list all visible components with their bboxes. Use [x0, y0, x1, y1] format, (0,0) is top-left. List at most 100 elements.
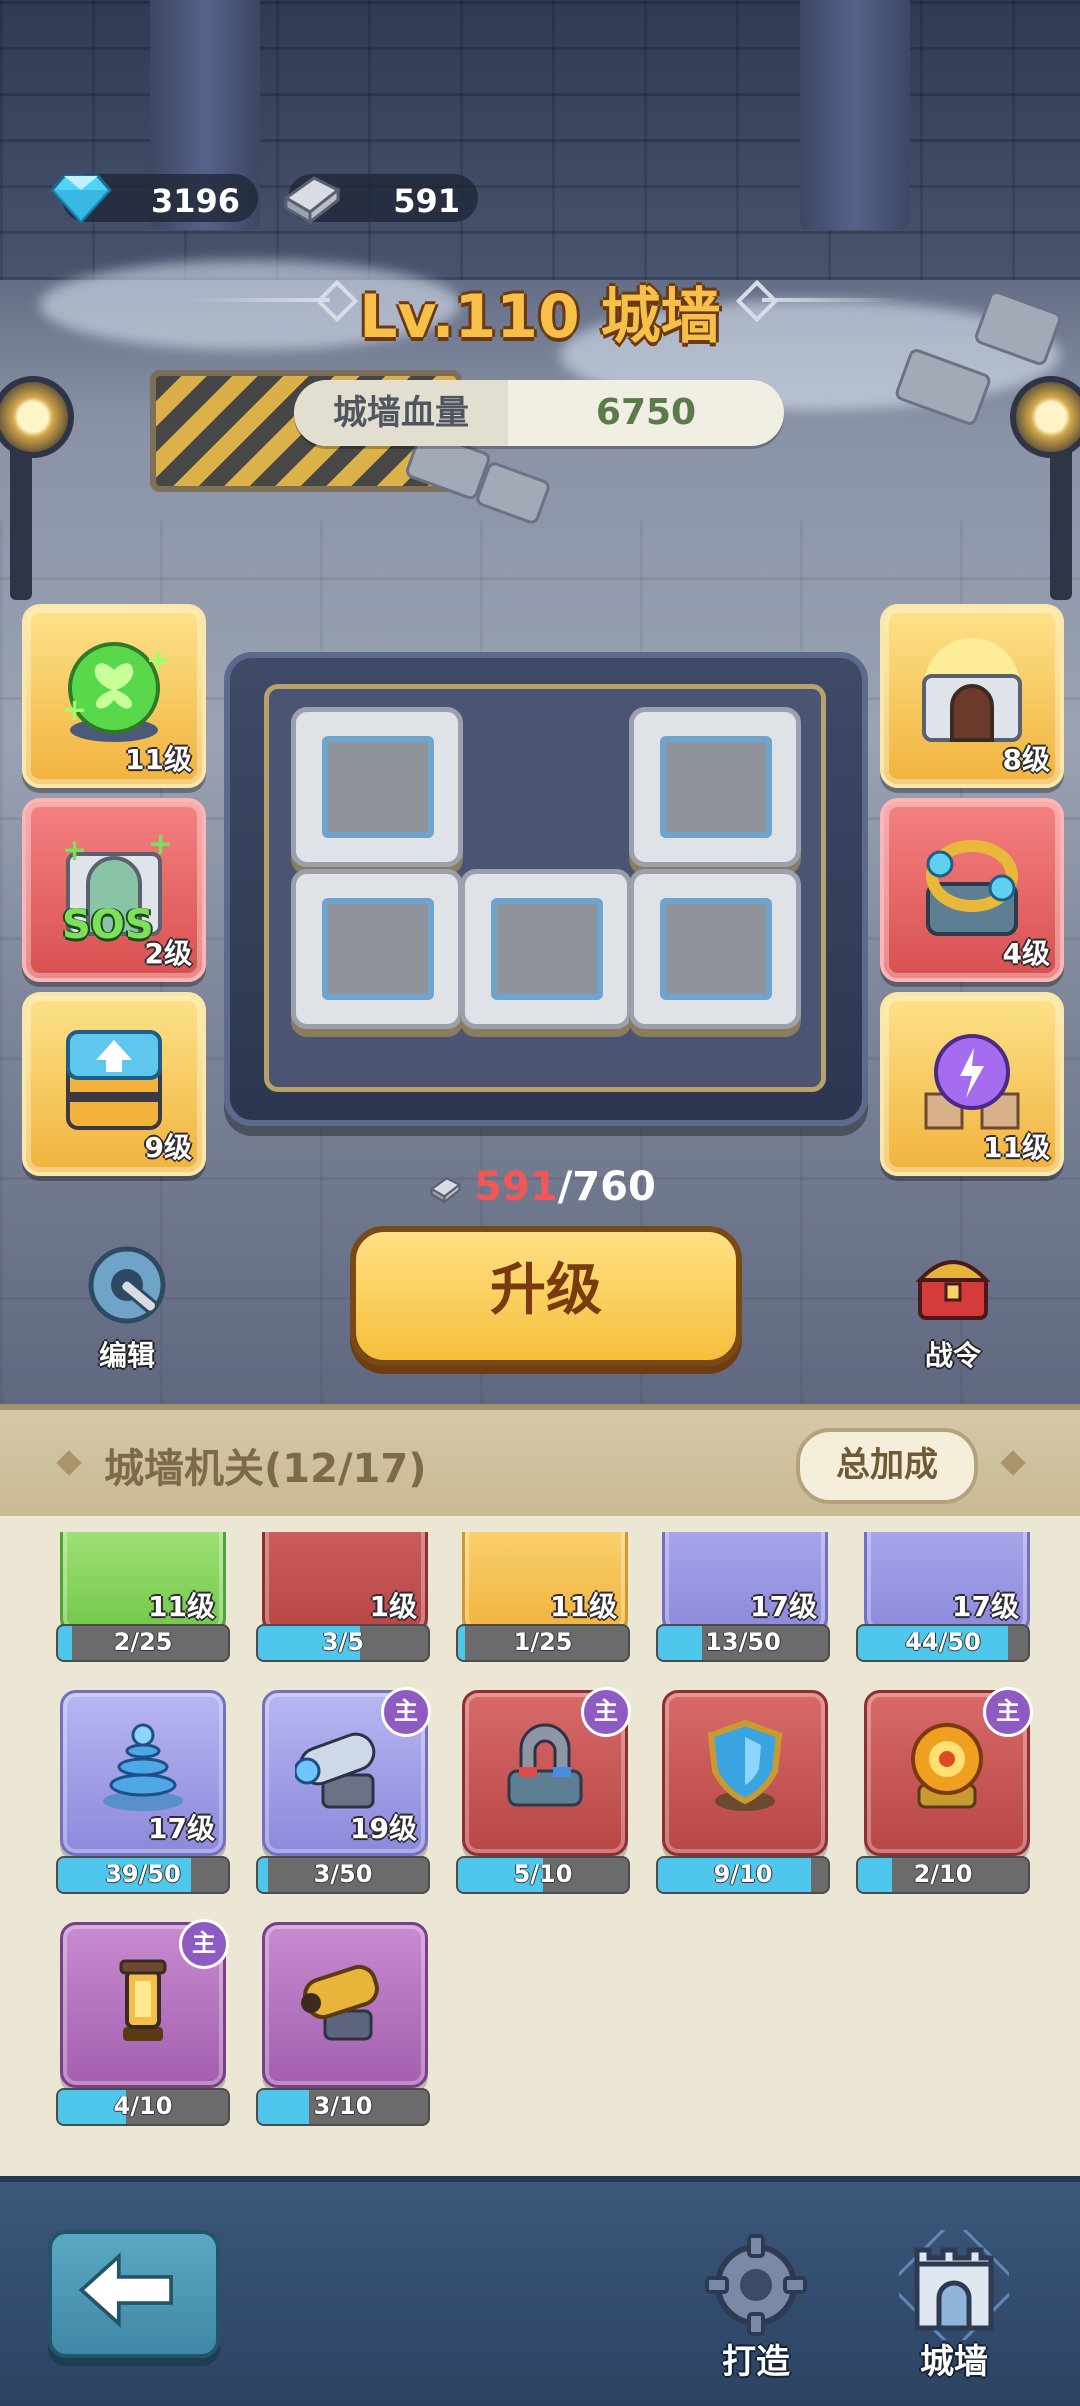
progress-text: 4/10 [113, 2092, 173, 2120]
progress-text: 2/25 [113, 1628, 173, 1656]
wall-slot-grid-inner [264, 684, 826, 1092]
progress-text: 3/10 [313, 2092, 373, 2120]
tile-level: 11级 [550, 1590, 617, 1623]
mechanism-tile[interactable] [662, 1690, 828, 1856]
mechanism-progress: 9/10 [656, 1856, 830, 1894]
card-level: 4级 [1002, 937, 1050, 970]
right-card-golden-gate[interactable]: 8级 [880, 604, 1064, 788]
gear-icon [705, 2234, 807, 2336]
wall-slot[interactable] [629, 869, 801, 1029]
mechanism-progress: 3/10 [256, 2088, 430, 2126]
mechanism-tile[interactable]: 11级 [462, 1532, 628, 1632]
cost-have: 591 [474, 1164, 558, 1210]
mechanism-progress: 3/5 [256, 1624, 430, 1662]
mechanism-tile[interactable]: 17级 [662, 1532, 828, 1632]
mechanism-tile[interactable] [262, 1922, 428, 2088]
back-button[interactable] [48, 2230, 220, 2358]
nav-forge-label: 打造 [722, 2342, 790, 2382]
upgrade-cost: 591/760 [0, 1164, 1080, 1210]
tile-level: 17级 [750, 1590, 817, 1623]
left-card-butterfly[interactable]: + + 11级 [22, 604, 206, 788]
arrow-left-icon [78, 2252, 173, 2328]
right-card-crystal-ring[interactable]: 4级 [880, 798, 1064, 982]
wall-slot[interactable] [291, 707, 463, 867]
header-diamond [1000, 1450, 1026, 1476]
wall-mechanism-panel: 城墙机关(12/17) 总加成 11级 1级 11级 17级 17级 2/25 … [0, 1404, 1080, 2180]
steel-ingot-icon [283, 176, 341, 226]
crystal-ring-icon [926, 840, 1018, 936]
mechanism-progress: 39/50 [56, 1856, 230, 1894]
mechanism-tile[interactable]: 17级 [60, 1690, 226, 1856]
shield-icon [707, 1719, 783, 1811]
left-card-upgrade-box[interactable]: 9级 [22, 992, 206, 1176]
mechanism-tile[interactable]: 主 19级 [262, 1687, 431, 1856]
tower-spire-icon [103, 1723, 183, 1811]
wall-slot[interactable] [460, 869, 632, 1029]
left-card-sos[interactable]: + + SOS 2级 [22, 798, 206, 982]
gem-amount: 3196 [150, 182, 240, 220]
svg-text:+: + [146, 643, 171, 678]
progress-text: 13/50 [705, 1628, 781, 1656]
magnet-icon [507, 1723, 583, 1807]
progress-text: 3/50 [313, 1860, 373, 1888]
right-card-purple-orb[interactable]: 11级 [880, 992, 1064, 1176]
card-level: 8级 [1002, 743, 1050, 776]
mechanism-progress: 2/25 [56, 1624, 230, 1662]
steel-counter: 591 [283, 174, 478, 226]
wall-level-title: Lv.110 城墙 [359, 282, 721, 352]
card-level: 9级 [144, 1131, 192, 1164]
wall-pillar [800, 0, 910, 230]
cannon-icon [295, 1732, 376, 1809]
mechanism-progress: 2/10 [856, 1856, 1030, 1894]
battle-pass-button[interactable]: 战令 [898, 1240, 1008, 1374]
progress-text: 44/50 [905, 1628, 981, 1656]
wall-slot[interactable] [629, 707, 801, 867]
edit-button[interactable]: 编辑 [72, 1240, 182, 1374]
total-bonus-button[interactable]: 总加成 [796, 1428, 978, 1504]
wrench-gear-icon [88, 1246, 166, 1324]
header-diamond [56, 1450, 82, 1476]
upgrade-box-icon [66, 1030, 162, 1130]
mechanism-row-clipped: 11级 1级 11级 17级 17级 [0, 1532, 1080, 1632]
progress-text: 3/5 [321, 1628, 365, 1656]
mechanism-progress: 44/50 [856, 1624, 1030, 1662]
mechanism-tile[interactable]: 17级 [864, 1532, 1030, 1632]
wall-slot-grid [224, 652, 868, 1126]
nav-forge[interactable]: 打造 [686, 2230, 826, 2383]
castle-wall-icon [886, 2217, 1022, 2352]
mechanism-tile[interactable]: 11级 [60, 1532, 226, 1632]
nav-wall-label: 城墙 [920, 2342, 988, 2382]
progress-text: 1/25 [513, 1628, 573, 1656]
golden-gate-icon [922, 638, 1022, 742]
mechanism-tile[interactable]: 主 [864, 1687, 1033, 1856]
mechanism-tile[interactable]: 主 [462, 1687, 631, 1856]
mechanism-tile[interactable]: 1级 [262, 1532, 428, 1632]
spotlight-icon [0, 376, 74, 458]
spotlight-icon [1010, 376, 1080, 458]
butterfly-orb-icon: + + [62, 642, 171, 742]
card-level: 2级 [144, 937, 192, 970]
upgrade-button[interactable]: 升级 [350, 1226, 742, 1366]
gem-counter: 3196 [50, 174, 258, 225]
tile-level: 1级 [369, 1590, 417, 1623]
wall-hp-value: 6750 [595, 392, 697, 433]
fire-orb-icon [911, 1723, 983, 1809]
panel-header: 城墙机关(12/17) 总加成 [0, 1404, 1080, 1516]
wall-slot[interactable] [291, 869, 463, 1029]
mechanism-tile[interactable]: 主 [60, 1919, 229, 2088]
main-badge: 主 [179, 1919, 229, 1969]
main-badge: 主 [381, 1687, 431, 1737]
lantern-icon [119, 1959, 167, 2041]
main-badge: 主 [983, 1687, 1033, 1737]
nav-wall[interactable]: 城墙 [884, 2217, 1024, 2383]
sos-label: SOS [62, 902, 154, 948]
tile-level: 19级 [350, 1812, 417, 1845]
mechanism-progress: 3/50 [256, 1856, 430, 1894]
svg-text:+: + [62, 833, 87, 868]
wall-title-row: Lv.110 城墙 [0, 262, 1080, 352]
treasure-chest-icon [915, 1260, 991, 1320]
svg-text:+: + [62, 693, 87, 728]
card-level: 11级 [125, 743, 192, 776]
progress-text: 9/10 [713, 1860, 773, 1888]
title-divider [762, 298, 902, 302]
